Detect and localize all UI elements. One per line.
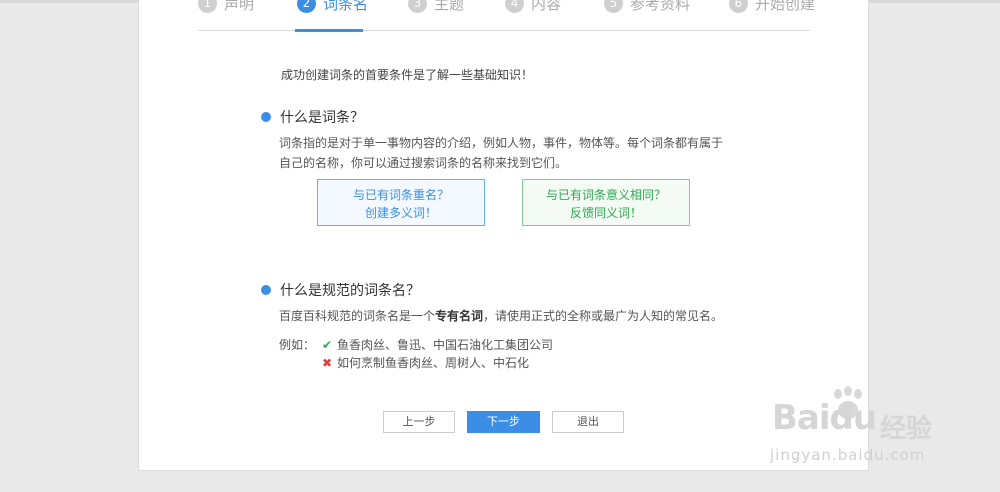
section-2-text: 百度百科规范的词条名是一个专有名词，请使用正式的全称或最广为人知的常见名。 [279, 306, 729, 326]
step-4[interactable]: 4 内容 [505, 0, 561, 15]
create-disambiguation-line1: 与已有词条重名？ [352, 188, 449, 202]
section-2-heading: 什么是规范的词条名？ [280, 283, 420, 299]
step-indicator: 1 声明 2 词条名 3 主题 4 内容 5 参考资料 6 开始创建 [198, 0, 815, 32]
bullet-dot-icon [261, 112, 271, 122]
section-1-heading: 什么是词条？ [280, 110, 364, 126]
section-what-is-entry-title: 什么是词条？ [261, 107, 364, 127]
section-1-text: 词条指的是对于单一事物内容的介绍，例如人物，事件，物体等。每个词条都有属于自己的… [279, 136, 724, 170]
step-6-label: 开始创建 [755, 0, 816, 13]
section-2-text-after: ，请使用正式的全称或最广为人知的常见名。 [483, 309, 724, 323]
intro-text: 成功创建词条的首要条件是了解一些基础知识！ [281, 68, 534, 82]
step-2-label: 词条名 [323, 0, 369, 13]
cross-icon: ✖ [321, 355, 333, 370]
step-3[interactable]: 3 主题 [408, 0, 464, 15]
step-5[interactable]: 5 参考资料 [604, 0, 690, 15]
step-3-number: 3 [408, 0, 427, 13]
watermark-logo-text: Baidu [772, 398, 877, 438]
good-example-row: ✔ 鱼香肉丝、鲁迅、中国石油化工集团公司 [321, 336, 553, 353]
good-example-text: 鱼香肉丝、鲁迅、中国石油化工集团公司 [337, 338, 554, 352]
report-synonym-line2: 反馈同义词！ [569, 206, 642, 220]
step-1-number: 1 [198, 0, 217, 13]
step-2-number: 2 [297, 0, 316, 13]
bad-example-text: 如何烹制鱼香肉丝、周树人、中石化 [337, 356, 530, 370]
report-synonym-line1: 与已有词条意义相同？ [545, 188, 666, 202]
step-4-number: 4 [505, 0, 524, 13]
step-5-number: 5 [604, 0, 623, 13]
steps-divider [198, 30, 810, 31]
step-1[interactable]: 1 声明 [198, 0, 254, 15]
proper-noun-emphasis: 专有名词 [435, 309, 484, 323]
bad-example-row: ✖ 如何烹制鱼香肉丝、周树人、中石化 [321, 354, 529, 371]
section-standard-name-title: 什么是规范的词条名？ [261, 280, 420, 300]
active-step-underline [295, 29, 363, 32]
exit-button[interactable]: 退出 [552, 411, 624, 433]
prev-step-button[interactable]: 上一步 [383, 411, 455, 433]
bullet-dot-icon [261, 285, 271, 295]
step-1-label: 声明 [224, 0, 255, 13]
create-disambiguation-line2: 创建多义词！ [364, 206, 437, 220]
step-5-label: 参考资料 [630, 0, 691, 13]
create-disambiguation-button[interactable]: 与已有词条重名？ 创建多义词！ [317, 179, 485, 226]
step-6[interactable]: 6 开始创建 [729, 0, 815, 15]
report-synonym-button[interactable]: 与已有词条意义相同？ 反馈同义词！ [522, 179, 690, 226]
watermark-logo-cn: 经验 [880, 414, 933, 444]
watermark-url: jingyan.baidu.com [770, 446, 926, 464]
check-icon: ✔ [321, 337, 333, 352]
next-step-button[interactable]: 下一步 [467, 411, 540, 433]
section-2-text-before: 百度百科规范的词条名是一个 [279, 309, 436, 323]
step-2-active[interactable]: 2 词条名 [297, 0, 368, 15]
example-label: 例如： [279, 338, 316, 352]
step-3-label: 主题 [434, 0, 465, 13]
step-6-number: 6 [729, 0, 748, 13]
step-4-label: 内容 [531, 0, 562, 13]
